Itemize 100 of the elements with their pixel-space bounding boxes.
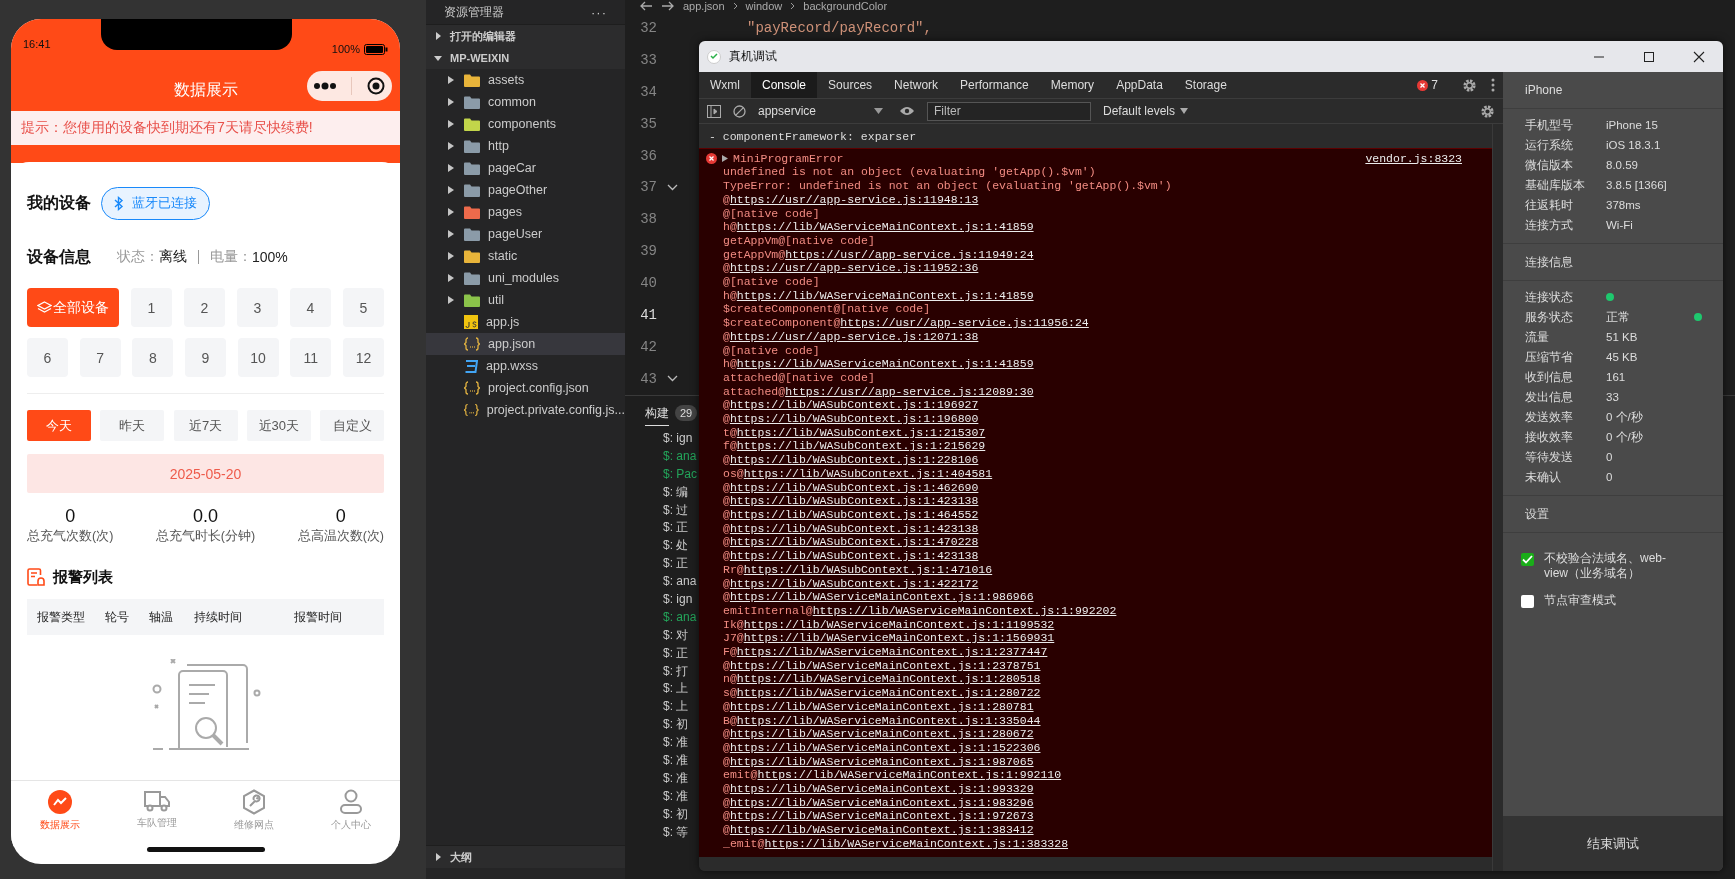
file-tree-item[interactable]: util [426,289,625,311]
stack-link[interactable]: https://lib/WAServiceMainContext.js:1:335044 [736,713,1041,727]
file-tree-item[interactable]: http [426,135,625,157]
stack-link[interactable]: https://lib/WAServiceMainContext.js:1:2378751 [729,658,1041,672]
file-tree-item[interactable]: pages [426,201,625,223]
stack-link[interactable]: https://lib/WAServiceMainContext.js:1:383412 [729,823,1034,837]
stack-link[interactable]: https://lib/WAServiceMainContext.js:1:993329 [729,782,1034,796]
stack-link[interactable]: https://lib/WASubContext.js:1:471016 [743,562,993,576]
stack-link[interactable]: https://lib/WAServiceMainContext.js:1:992110 [757,768,1062,782]
file-tree-item[interactable]: pageCar [426,157,625,179]
eye-icon[interactable] [899,106,915,116]
stack-link[interactable]: https://lib/WAServiceMainContext.js:1:1522306 [729,740,1041,754]
section-header[interactable]: 打开的编辑器 [426,25,625,47]
stack-link[interactable]: https://lib/WASubContext.js:1:404581 [743,466,993,480]
breadcrumb-item[interactable]: backgroundColor [803,0,888,12]
stack-link[interactable]: https://lib/WASubContext.js:1:196800 [729,412,979,426]
device-button[interactable]: 8 [132,338,174,377]
forward-arrow-icon[interactable] [661,1,675,11]
more-actions-button[interactable]: ··· [591,4,607,20]
file-tree-item[interactable]: project.config.json [426,377,625,399]
stack-link[interactable]: https://lib/WAServiceMainContext.js:1:41859 [736,357,1034,371]
stack-link[interactable]: https://lib/WASubContext.js:1:215629 [736,439,986,453]
stack-link[interactable]: https://lib/WASubContext.js:1:215307 [736,425,986,439]
device-button[interactable]: 9 [184,338,226,377]
stack-link[interactable]: https://usr//app-service.js:11952:36 [729,261,979,275]
device-button[interactable]: 2 [184,288,225,327]
stack-link[interactable]: https://usr//app-service.js:11948:13 [729,192,979,206]
device-button[interactable]: 5 [343,288,384,327]
maximize-icon[interactable] [1643,50,1655,63]
expand-triangle-icon[interactable] [722,155,728,163]
tab-bar-item[interactable]: 数据展示 [24,789,95,832]
period-tab[interactable]: 自定义 [320,410,384,441]
file-tree-item[interactable]: project.private.config.js... [426,399,625,421]
devtools-tab[interactable]: Wxml [699,72,751,98]
file-tree-item[interactable]: app.wxss [426,355,625,377]
stack-link[interactable]: https://lib/WASubContext.js:1:423138 [729,521,979,535]
stack-link[interactable]: https://lib/WAServiceMainContext.js:1:983296 [729,795,1034,809]
stack-link[interactable]: https://lib/WAServiceMainContext.js:1:280672 [729,727,1034,741]
error-count[interactable]: 7 [1417,78,1438,92]
period-tab[interactable]: 近7天 [173,410,238,441]
stack-link[interactable]: https://usr//app-service.js:11956:24 [840,316,1089,330]
stack-link[interactable]: https://lib/WAServiceMainContext.js:1:41859 [736,288,1034,302]
devtools-tab[interactable]: Network [883,72,950,98]
section-header[interactable]: MP-WEIXIN [426,47,625,69]
stack-link[interactable]: https://lib/WAServiceMainContext.js:1:280518 [736,672,1041,686]
fold-chevron-icon[interactable] [666,184,678,191]
fold-chevron-icon[interactable] [666,375,678,383]
file-tree-item[interactable]: static [426,245,625,267]
stack-link[interactable]: https://usr//app-service.js:12089:30 [785,384,1034,398]
stack-link[interactable]: https://lib/WASubContext.js:1:470228 [729,535,979,549]
devtools-tab[interactable]: Sources [817,72,884,98]
stack-link[interactable]: https://lib/WASubContext.js:1:462690 [729,480,979,494]
file-tree-item[interactable]: assets [426,69,625,91]
filter-field[interactable]: Filter [927,101,1091,121]
file-tree-item[interactable]: pageOther [426,179,625,201]
settings-icon[interactable] [1462,77,1477,93]
section-header[interactable]: 大纲 [426,845,625,868]
device-button[interactable]: 7 [79,338,121,377]
device-button[interactable]: 6 [27,338,68,377]
source-link[interactable]: vendor.js:8323 [1365,151,1462,166]
stack-link[interactable]: https://lib/WASubContext.js:1:423138 [729,494,979,508]
breadcrumb-item[interactable]: app.json [683,0,725,12]
file-tree-item[interactable]: pageUser [426,223,625,245]
stack-link[interactable]: https://lib/WAServiceMainContext.js:1:1199532 [743,617,1055,631]
stack-link[interactable]: https://lib/WAServiceMainContext.js:1:280781 [729,699,1034,713]
stack-link[interactable]: https://lib/WAServiceMainContext.js:1:2377447 [736,645,1048,658]
devtools-tab[interactable]: Memory [1039,72,1106,98]
stack-link[interactable]: https://lib/WAServiceMainContext.js:1:280722 [736,686,1041,700]
stack-link[interactable]: https://lib/WAServiceMainContext.js:1:987065 [729,754,1034,768]
stack-link[interactable]: https://lib/WAServiceMainContext.js:1:992202 [812,603,1117,617]
device-button[interactable]: 3 [237,288,278,327]
log-levels-dropdown[interactable]: Default levels [1103,104,1189,118]
device-button[interactable]: 4 [290,288,331,327]
stack-link[interactable]: https://lib/WAServiceMainContext.js:1:383328 [764,836,1069,850]
stack-link[interactable]: https://lib/WAServiceMainContext.js:1:986966 [729,590,1034,604]
device-button[interactable]: 12 [342,338,384,377]
end-debugging-button[interactable]: 结束调试 [1503,816,1723,871]
devtools-tab[interactable]: Console [751,72,818,98]
context-dropdown[interactable]: appservice [758,104,887,118]
stack-link[interactable]: https://lib/WAServiceMainContext.js:1:41859 [736,220,1034,234]
settings-icon[interactable] [1480,103,1495,119]
kebab-menu-icon[interactable] [1491,78,1495,92]
file-tree-item[interactable]: app.json [426,333,625,355]
file-tree-item[interactable]: components [426,113,625,135]
stack-link[interactable]: https://usr//app-service.js:11949:24 [785,247,1034,261]
capsule-menu[interactable] [307,71,392,101]
devtools-tab[interactable]: AppData [1105,72,1174,98]
build-tab[interactable]: 构建 [645,400,669,426]
sidebar-toggle-icon[interactable] [707,104,721,118]
checkbox[interactable] [1521,553,1534,566]
clear-console-icon[interactable] [733,104,746,118]
device-button[interactable]: 11 [290,338,332,377]
file-tree-item[interactable]: uni_modules [426,267,625,289]
stack-link[interactable]: https://lib/WASubContext.js:1:423138 [729,549,979,563]
stack-link[interactable]: https://lib/WAServiceMainContext.js:1:1569931 [743,631,1055,645]
checkbox[interactable] [1521,595,1534,608]
stack-link[interactable]: https://lib/WASubContext.js:1:196927 [729,398,979,412]
devtools-tab[interactable]: Performance [949,72,1040,98]
period-tab[interactable]: 近30天 [246,410,311,441]
more-icon[interactable] [314,82,337,90]
